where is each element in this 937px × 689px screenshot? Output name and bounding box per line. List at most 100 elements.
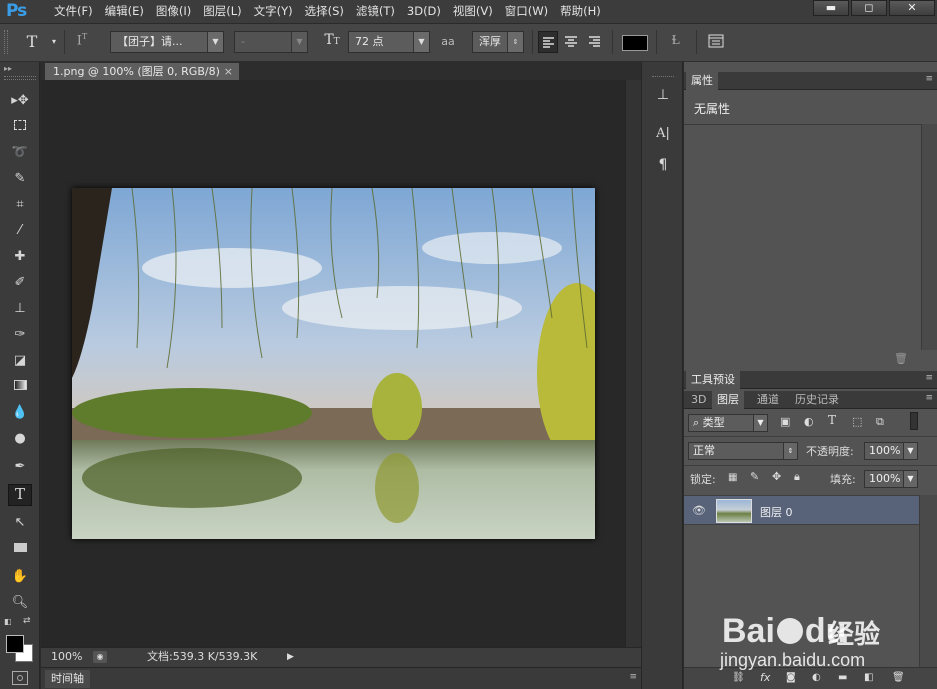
delete-layer-icon[interactable]: 🗑︎ [892, 672, 905, 683]
menu-file[interactable]: 文件(F) [48, 0, 99, 24]
menu-image[interactable]: 图像(I) [150, 0, 197, 24]
default-colors-icon[interactable]: ◧ [4, 617, 12, 626]
character-panel-icon[interactable]: A| [652, 126, 674, 148]
layer-name[interactable]: 图层 0 [760, 504, 793, 520]
menu-3d[interactable]: 3D(D) [401, 0, 447, 24]
zoom-tool-icon[interactable]: 🔍︎ [8, 592, 32, 614]
add-mask-icon[interactable]: ◙ [786, 672, 796, 683]
move-tool-icon[interactable]: ▸✥ [8, 90, 32, 112]
antialias-select[interactable]: 浑厚 ⇕ [472, 31, 524, 53]
healing-brush-tool-icon[interactable]: ✚ [8, 246, 32, 268]
tab-3d[interactable]: 3D [686, 391, 711, 409]
panel-menu-icon[interactable]: ≡ [925, 373, 933, 383]
status-share-icon[interactable]: ◉ [93, 651, 107, 663]
lock-all-icon[interactable]: 🔒︎ [794, 470, 800, 484]
menu-select[interactable]: 选择(S) [299, 0, 350, 24]
font-size-select[interactable]: 72 点 ▼ [348, 31, 430, 53]
eye-icon[interactable]: 👁︎ [692, 504, 706, 517]
rectangle-tool-icon[interactable] [8, 538, 32, 560]
tab-history[interactable]: 历史记录 [790, 391, 844, 409]
filter-adjustment-icon[interactable]: ◐ [804, 415, 814, 428]
document-tab[interactable]: 1.png @ 100% (图层 0, RGB/8) × [44, 62, 240, 80]
tool-presets-panel-icon[interactable]: ⊥ [652, 84, 674, 106]
close-button[interactable]: ✕ [889, 0, 935, 16]
crop-tool-icon[interactable]: ⌗ [8, 194, 32, 216]
menu-filter[interactable]: 滤镜(T) [350, 0, 401, 24]
layers-scrollbar[interactable] [919, 495, 937, 675]
align-center-button[interactable] [562, 31, 582, 53]
history-brush-tool-icon[interactable]: ✑ [8, 324, 32, 346]
timeline-tab[interactable]: 时间轴 [45, 670, 90, 688]
blend-mode-select[interactable]: 正常 ⇕ [688, 442, 798, 460]
quick-selection-tool-icon[interactable]: ✎ [8, 168, 32, 190]
fx-icon[interactable]: fx [760, 671, 770, 684]
lock-pixels-icon[interactable]: ✎ [750, 470, 759, 483]
menu-help[interactable]: 帮助(H) [554, 0, 607, 24]
menu-edit[interactable]: 编辑(E) [99, 0, 150, 24]
adjustment-layer-icon[interactable]: ◐ [812, 672, 821, 683]
vertical-scrollbar[interactable] [625, 80, 641, 647]
brush-tool-icon[interactable]: ✐ [8, 272, 32, 294]
fill-input[interactable]: 100% ▼ [864, 470, 918, 488]
blur-tool-icon[interactable]: 💧 [8, 402, 32, 424]
align-right-button[interactable] [586, 31, 606, 53]
trash-icon[interactable]: 🗑︎ [894, 352, 908, 365]
lock-transparent-icon[interactable]: ▦ [728, 472, 737, 483]
eyedropper-tool-icon[interactable]: ⁄ [8, 220, 32, 242]
font-family-select[interactable]: 【团子】请... ▼ [110, 31, 224, 53]
character-panel-toggle-icon[interactable] [706, 32, 726, 52]
new-layer-icon[interactable]: ◧ [864, 672, 873, 683]
gradient-tool-icon[interactable] [8, 376, 32, 398]
swap-colors-icon[interactable]: ⇄ [23, 616, 31, 626]
collapse-panel-icon[interactable]: ▸▸ [4, 64, 12, 73]
foreground-color-swatch[interactable] [6, 635, 24, 653]
hand-tool-icon[interactable]: ✋ [8, 566, 32, 588]
filter-toggle[interactable] [910, 412, 918, 430]
menu-window[interactable]: 窗口(W) [499, 0, 554, 24]
lock-position-icon[interactable]: ✥ [772, 470, 781, 483]
align-left-button[interactable] [538, 31, 558, 53]
tab-channels[interactable]: 通道 [752, 391, 784, 409]
new-group-icon[interactable]: ▬ [838, 672, 847, 683]
text-color-swatch[interactable] [622, 35, 648, 51]
text-orientation-icon[interactable]: IT [72, 32, 92, 52]
filter-type-icon[interactable]: T [828, 413, 836, 427]
warp-text-icon[interactable]: Ɫ [666, 32, 686, 52]
preset-dropdown-arrow-icon[interactable]: ▾ [44, 32, 64, 52]
tab-properties[interactable]: 属性 [686, 72, 718, 90]
eraser-tool-icon[interactable]: ◪ [8, 350, 32, 372]
properties-scrollbar[interactable] [921, 124, 937, 350]
quick-mask-icon[interactable] [12, 671, 28, 685]
filter-pixel-icon[interactable]: ▣ [780, 415, 790, 428]
tab-layers[interactable]: 图层 [712, 391, 744, 409]
font-style-select[interactable]: - ▼ [234, 31, 308, 53]
layer-row[interactable]: 👁︎ 图层 0 [684, 495, 919, 525]
clone-stamp-tool-icon[interactable]: ⊥ [8, 298, 32, 320]
pen-tool-icon[interactable]: ✒ [8, 456, 32, 478]
path-selection-tool-icon[interactable]: ↖ [8, 512, 32, 534]
paragraph-panel-icon[interactable]: ¶ [652, 154, 674, 176]
lasso-tool-icon[interactable]: ➰ [8, 142, 32, 164]
filter-shape-icon[interactable]: ⬚ [852, 415, 862, 428]
menu-layer[interactable]: 图层(L) [197, 0, 247, 24]
panel-menu-icon[interactable]: ≡ [925, 393, 933, 403]
layer-filter-select[interactable]: ⌕ 类型 ▼ [688, 414, 768, 432]
status-menu-arrow-icon[interactable]: ▶ [287, 648, 294, 666]
panel-menu-icon[interactable]: ≡ [629, 672, 637, 682]
type-tool-preset-icon[interactable]: T [22, 32, 42, 52]
status-bar: 100% ◉ 文档:539.3 K/539.3K ▶ [41, 647, 641, 667]
filter-smart-object-icon[interactable]: ⧉ [876, 415, 884, 429]
panel-menu-icon[interactable]: ≡ [925, 74, 933, 84]
menu-type[interactable]: 文字(Y) [248, 0, 299, 24]
opacity-input[interactable]: 100% ▼ [864, 442, 918, 460]
zoom-level[interactable]: 100% [51, 648, 82, 666]
minimize-button[interactable]: ▬ [813, 0, 849, 16]
close-tab-icon[interactable]: × [224, 63, 233, 80]
maximize-button[interactable]: ◻ [851, 0, 887, 16]
menu-view[interactable]: 视图(V) [447, 0, 499, 24]
dodge-tool-icon[interactable]: ● [8, 428, 32, 450]
marquee-tool-icon[interactable] [8, 116, 32, 138]
type-tool-icon[interactable]: T [8, 484, 32, 506]
link-layers-icon[interactable]: ⛓︎ [732, 672, 745, 683]
tab-tool-presets[interactable]: 工具预设 [686, 371, 740, 389]
